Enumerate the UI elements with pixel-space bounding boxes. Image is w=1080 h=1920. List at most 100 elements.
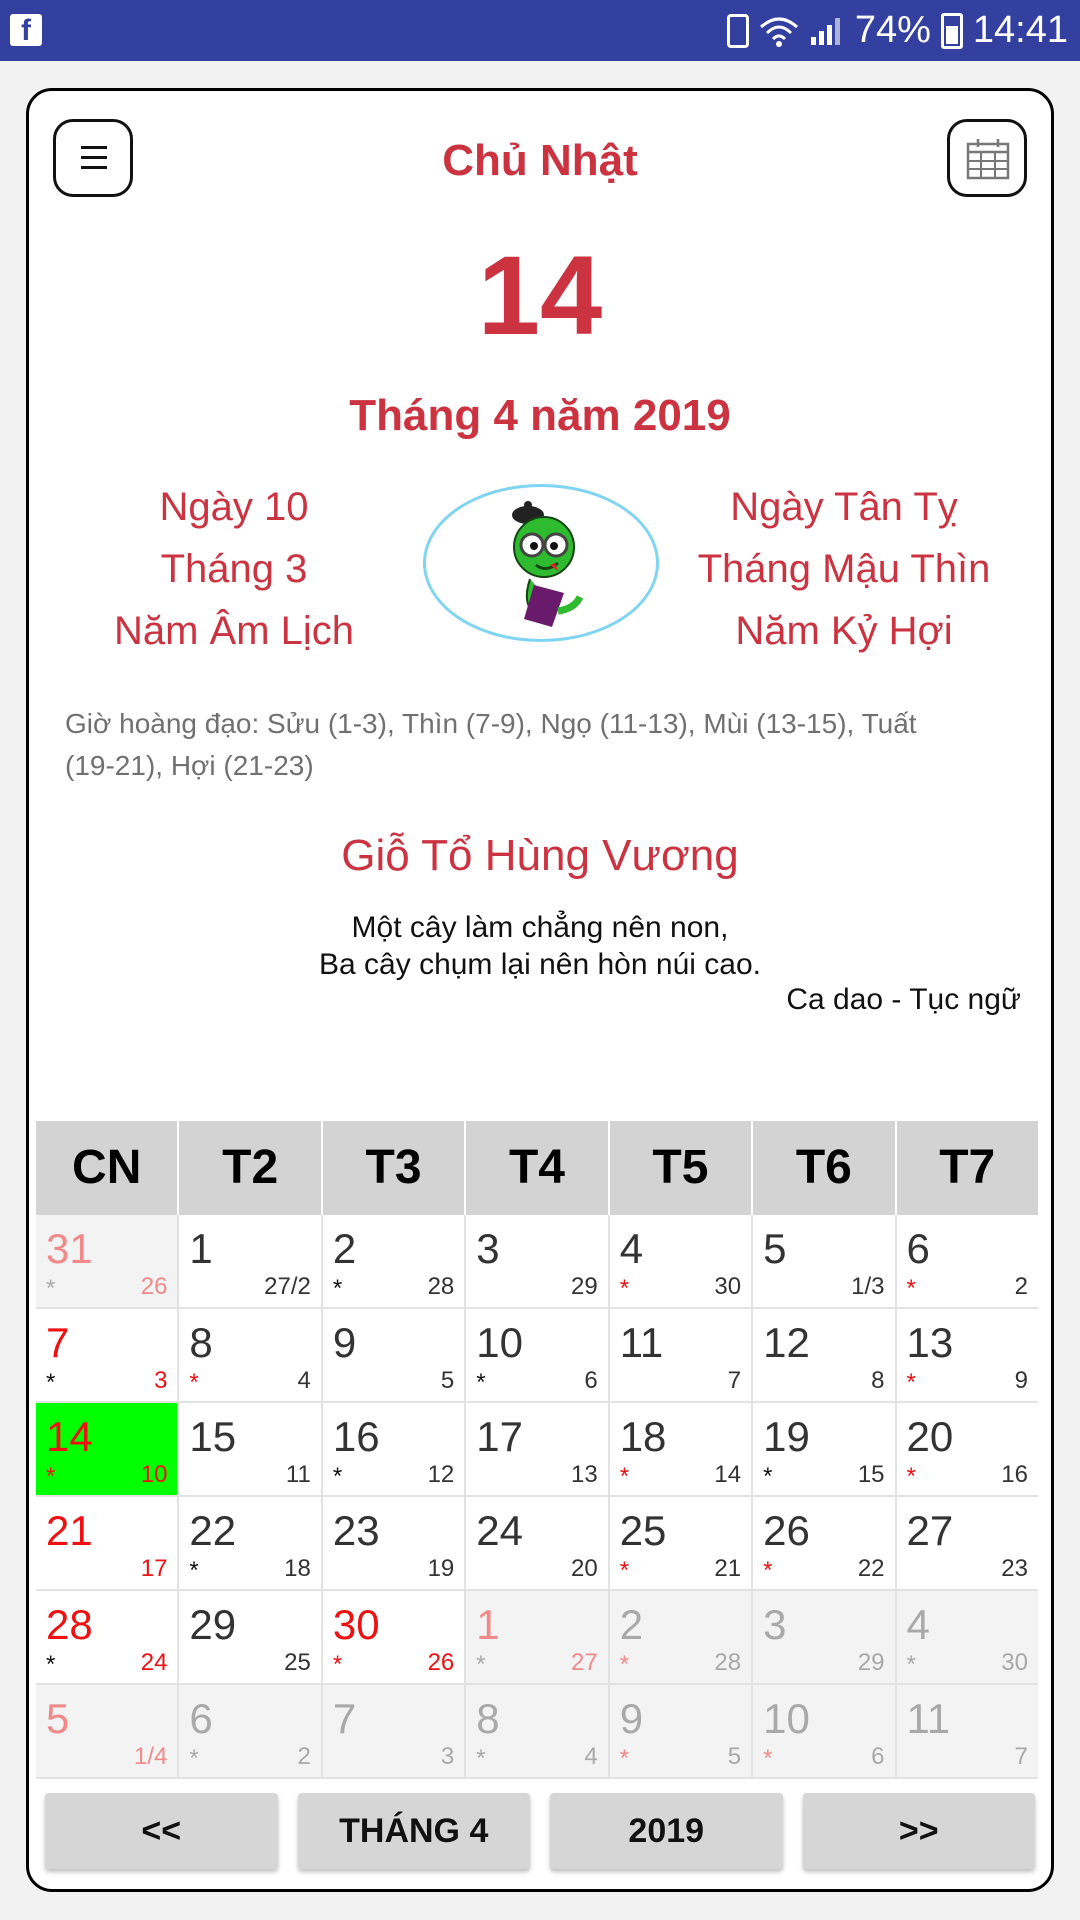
solar-day: 1 (476, 1601, 500, 1648)
lunar-day: 4 (297, 1367, 311, 1394)
proverb-line-2: Ba cây chụm lại nên hòn núi cao. (319, 948, 761, 981)
good-day-marker: * (906, 1369, 916, 1396)
day-cell[interactable]: 2 * 28 (322, 1215, 467, 1307)
month-select-button[interactable]: THÁNG 4 (297, 1793, 530, 1869)
solar-day: 9 (332, 1319, 357, 1366)
lunar-day: 21 (714, 1555, 742, 1582)
lunar-day: 10 (140, 1461, 168, 1488)
lunar-day: 6 (871, 1743, 885, 1770)
day-cell[interactable]: 9 * 5 (609, 1685, 754, 1777)
day-cell[interactable]: 16 * 12 (322, 1403, 467, 1495)
day-cell[interactable]: 5 1/4 (36, 1685, 180, 1777)
solar-day: 2 (332, 1225, 357, 1272)
weekday-header: T2 (179, 1121, 323, 1215)
year-select-button[interactable]: 2019 (550, 1793, 783, 1869)
lunar-day: 15 (857, 1461, 885, 1488)
day-cell[interactable]: 12 8 (753, 1309, 897, 1401)
lunar-day: 8 (871, 1367, 885, 1394)
day-cell[interactable]: 19 * 15 (753, 1403, 897, 1495)
day-cell[interactable]: 10 * 6 (466, 1309, 610, 1401)
day-cell-today[interactable]: 14 * 10 (36, 1403, 180, 1495)
solar-day: 7 (332, 1695, 357, 1742)
day-cell[interactable]: 2 * 28 (609, 1591, 754, 1683)
lunar-day: 20 (570, 1555, 598, 1582)
lunar-day: 23 (1001, 1555, 1028, 1582)
solar-day: 13 (906, 1319, 954, 1366)
lunar-day: 22 (857, 1555, 885, 1582)
weekday-header: T3 (323, 1121, 467, 1215)
solar-day: 30 (332, 1601, 380, 1648)
day-cell[interactable]: 1 27/2 (179, 1215, 323, 1307)
day-cell[interactable]: 5 1/3 (753, 1215, 897, 1307)
day-cell[interactable]: 18 * 14 (609, 1403, 754, 1495)
lunar-day: 2 (1014, 1273, 1028, 1300)
day-cell[interactable]: 11 7 (896, 1685, 1038, 1777)
day-cell[interactable]: 28 * 24 (36, 1591, 180, 1683)
day-cell[interactable]: 21 17 (36, 1497, 180, 1589)
next-month-button[interactable]: >> (802, 1793, 1035, 1869)
lunar-day: 2 (297, 1743, 311, 1770)
week-row: 28 * 24 29 25 30 * 26 1 * 27 2 * 28 3 29 4 * 30 (36, 1591, 1038, 1685)
day-cell[interactable]: 3 29 (466, 1215, 610, 1307)
month-year: Tháng 4 năm 2019 (349, 391, 731, 440)
solar-day: 20 (906, 1413, 954, 1460)
day-cell[interactable]: 29 25 (179, 1591, 323, 1683)
solar-day: 18 (619, 1413, 667, 1460)
day-cell[interactable]: 8 * 4 (179, 1309, 323, 1401)
week-row: 7 * 3 8 * 4 9 5 10 * 6 11 7 12 8 13 * 9 (36, 1309, 1038, 1403)
day-cell[interactable]: 3 29 (753, 1591, 897, 1683)
day-cell[interactable]: 7 * 3 (36, 1309, 180, 1401)
lunar-day: 14 (714, 1461, 742, 1488)
good-day-marker: * (619, 1557, 630, 1584)
lunar-day: 27 (570, 1649, 598, 1676)
weekday-header-row: CN T2 T3 T4 T5 T6 T7 (36, 1121, 1038, 1215)
good-day-marker: * (619, 1745, 630, 1772)
day-cell[interactable]: 4 * 30 (609, 1215, 754, 1307)
day-cell[interactable]: 73 (322, 1685, 467, 1777)
lunar-month: Tháng 3 (160, 547, 308, 591)
solar-day: 8 (476, 1695, 500, 1742)
lunar-day: Ngày 10 (159, 485, 309, 529)
day-cell[interactable]: 24 20 (466, 1497, 610, 1589)
can-chi-year: Năm Kỷ Hợi (735, 609, 953, 653)
status-bar: f 74% 14:41 (0, 0, 1080, 61)
good-day-marker: * (906, 1651, 916, 1678)
day-cell[interactable]: 6 * 2 (179, 1685, 323, 1777)
day-cell[interactable]: 20 * 16 (896, 1403, 1038, 1495)
proverb-line-1: Một cây làm chẳng nên non, (351, 911, 729, 944)
can-chi-month: Tháng Mậu Thìn (697, 547, 991, 591)
day-cell[interactable]: 1 * 27 (466, 1591, 610, 1683)
day-cell[interactable]: 11 7 (609, 1309, 754, 1401)
day-cell[interactable]: 22 * 18 (179, 1497, 323, 1589)
weekday-header: T7 (939, 1141, 996, 1194)
prev-month-button[interactable]: << (45, 1793, 278, 1869)
day-cell[interactable]: 17 13 (466, 1403, 610, 1495)
day-cell[interactable]: 4 * 30 (896, 1591, 1038, 1683)
lunar-day: 1/4 (134, 1743, 168, 1770)
solar-day: 29 (189, 1601, 237, 1648)
day-cell[interactable]: 15 11 (179, 1403, 323, 1495)
month-grid: CN T2 T3 T4 T5 T6 T7 31 * 26 1 27/2 2 * 28 3 29 4 *… (36, 1121, 1038, 1779)
day-cell[interactable]: 23 19 (322, 1497, 467, 1589)
day-cell[interactable]: 30 * 26 (322, 1591, 467, 1683)
day-cell[interactable]: 25 * 21 (609, 1497, 754, 1589)
battery-icon (940, 12, 963, 49)
good-day-marker: * (906, 1275, 916, 1302)
solar-day: 26 (763, 1507, 810, 1554)
lunar-day: 30 (714, 1273, 742, 1300)
solar-day: 4 (906, 1601, 930, 1648)
solar-day: 16 (332, 1413, 380, 1460)
day-cell[interactable]: 27 23 (896, 1497, 1038, 1589)
day-cell[interactable]: 10 * 6 (753, 1685, 897, 1777)
day-cell[interactable]: 95 (322, 1309, 467, 1401)
battery-saver-icon (726, 13, 749, 48)
solar-day: 6 (189, 1695, 213, 1742)
day-cell[interactable]: 13 * 9 (896, 1309, 1038, 1401)
day-cell[interactable]: 6 * 2 (896, 1215, 1038, 1307)
week-rows: 31 * 26 1 27/2 2 * 28 3 29 4 * 30 5 1/3 6 * 2 7 * 3 8 * 4 9 5 10 * 6… (36, 1215, 1038, 1779)
day-cell[interactable]: 26 * 22 (753, 1497, 897, 1589)
good-day-marker: * (332, 1651, 343, 1678)
day-cell[interactable]: 31 * 26 (36, 1215, 180, 1307)
lunar-day: 5 (440, 1367, 455, 1394)
day-cell[interactable]: 8 * 4 (466, 1685, 610, 1777)
